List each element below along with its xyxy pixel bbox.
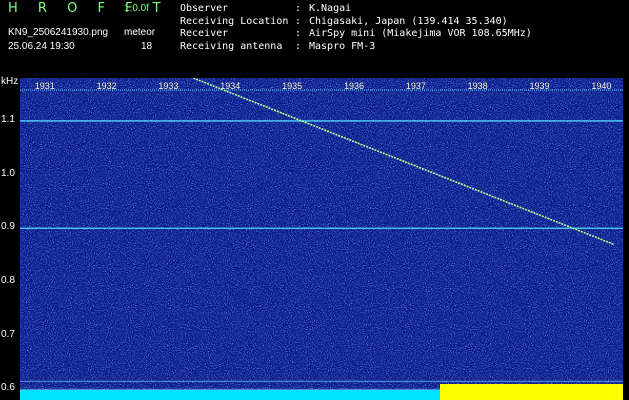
info-separator: : [295, 15, 302, 27]
info-value: K.Nagai [309, 3, 352, 14]
y-tick-label: 0.7 [1, 328, 15, 340]
info-row-receiver: Receiver : AirSpy mini (Miakejima VOR 10… [180, 28, 532, 41]
y-tick-label: 1.1 [1, 113, 15, 125]
y-axis-unit: kHz [1, 76, 19, 87]
time-tick-label: 1931 [34, 81, 55, 91]
info-value: Maspro FM-3 [309, 40, 376, 52]
time-tick-label: 1932 [96, 81, 117, 91]
time-tick-label: 1940 [591, 81, 612, 91]
mode-label: meteor [124, 27, 156, 38]
noise-floor-left [20, 390, 440, 400]
noise-floor-right [440, 384, 623, 400]
info-separator: : [295, 28, 302, 39]
info-row-location: Receiving Location : Chigasaki, Japan (1… [180, 16, 532, 29]
header-panel: H R O F F T 1.0.0f KN9_2506241930.png me… [0, 0, 629, 76]
info-label: Observer [180, 3, 229, 14]
y-tick-label: 0.6 [1, 382, 15, 394]
y-tick-label: 0.9 [1, 221, 15, 233]
info-row-antenna: Receiving antenna : Maspro FM-3 [180, 41, 532, 54]
filename-label: KN9_2506241930.png [8, 27, 109, 38]
spectrogram-display [20, 78, 623, 400]
timestamp-label: 25.06.24 19:30 [8, 41, 75, 52]
app-version: 1.0.0f [124, 3, 150, 14]
time-tick-label: 1938 [467, 81, 488, 91]
time-tick-label: 1933 [158, 81, 179, 91]
observation-info: Observer : K.Nagai Receiving Location : … [180, 3, 532, 53]
time-tick-label: 1936 [343, 81, 364, 91]
info-separator: : [295, 40, 302, 52]
time-tick-label: 1939 [529, 81, 550, 91]
time-tick-label: 1934 [220, 81, 241, 91]
info-row-observer: Observer : K.Nagai [180, 3, 532, 16]
info-separator: : [295, 3, 302, 14]
time-tick-label: 1935 [282, 81, 303, 91]
y-tick-label: 0.8 [1, 274, 15, 286]
level-value: 18 [141, 41, 153, 52]
info-label: Receiving Location [180, 15, 289, 27]
spectrogram-svg [20, 78, 623, 400]
noise-texture [20, 78, 623, 400]
info-label: Receiver [180, 28, 229, 39]
time-tick-label: 1937 [405, 81, 426, 91]
info-value: Chigasaki, Japan (139.414 35.340) [309, 15, 508, 27]
info-label: Receiving antenna [180, 40, 283, 52]
info-value: AirSpy mini (Miakejima VOR 108.65MHz) [309, 28, 532, 39]
y-tick-label: 1.0 [1, 167, 15, 179]
